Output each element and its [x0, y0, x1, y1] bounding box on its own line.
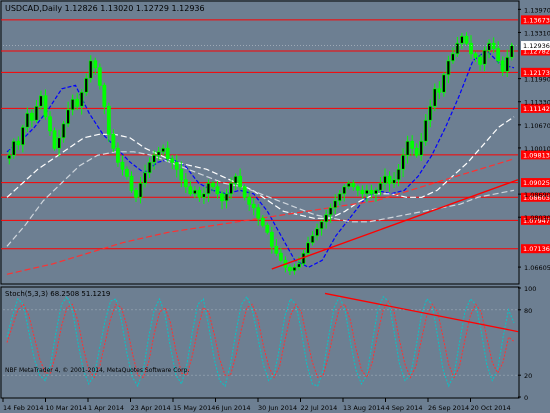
- x-tick-label: 6 Jun 2014: [216, 404, 251, 412]
- x-tick-label: 20 Oct 2014: [471, 404, 511, 412]
- candle: [97, 63, 102, 90]
- svg-text:1.13673: 1.13673: [523, 16, 550, 24]
- stoch-header: Stoch(5,3,3) 68.2508 51.1219: [5, 290, 110, 298]
- chart-background: [0, 0, 550, 413]
- y-tick-label: 1.10670: [524, 122, 550, 130]
- y-tick-label: 1.10010: [524, 145, 550, 153]
- svg-text:1.12936: 1.12936: [523, 42, 550, 50]
- line-price-label: 1.09025: [521, 178, 550, 188]
- x-tick-label: 26 Sep 2014: [428, 404, 469, 412]
- x-tick-label: 30 Jun 2014: [258, 404, 297, 412]
- price-header: USDCAD,Daily 1.12826 1.13020 1.12729 1.1…: [5, 4, 205, 13]
- candle: [52, 127, 57, 151]
- stoch-y-tick-label: 80: [524, 307, 532, 315]
- x-tick-label: 14 Feb 2014: [3, 404, 43, 412]
- chart: 1.136731.127821.121731.111421.098131.090…: [0, 0, 550, 413]
- svg-text:1.07136: 1.07136: [523, 245, 550, 253]
- x-tick-label: 4 Sep 2014: [386, 404, 423, 412]
- footer-copyright: NBF MetaTrader 4, © 2001-2014, MetaQuote…: [5, 367, 189, 374]
- stoch-y-tick-label: 100: [524, 285, 536, 293]
- y-tick-label: 1.11990: [524, 76, 550, 84]
- y-tick-label: 1.13970: [524, 6, 550, 14]
- y-tick-label: 1.06605: [524, 264, 550, 272]
- svg-text:1.09025: 1.09025: [523, 179, 550, 187]
- x-tick-label: 22 Jul 2014: [301, 404, 338, 412]
- y-tick-label: 1.08690: [524, 191, 550, 199]
- y-tick-label: 1.13310: [524, 29, 550, 37]
- x-tick-label: 1 Apr 2014: [88, 404, 124, 412]
- line-price-label: 1.13673: [521, 15, 550, 25]
- line-price-label: 1.07136: [521, 244, 550, 254]
- stoch-y-tick-label: 0: [524, 394, 528, 402]
- y-tick-label: 1.11330: [524, 99, 550, 107]
- x-tick-label: 13 Aug 2014: [343, 404, 385, 412]
- x-tick-label: 23 Apr 2014: [131, 404, 171, 412]
- x-tick-label: 15 May 2014: [173, 404, 215, 412]
- x-tick-label: 10 Mar 2014: [46, 404, 87, 412]
- y-tick-label: 1.08030: [524, 214, 550, 222]
- stoch-y-tick-label: 20: [524, 372, 532, 380]
